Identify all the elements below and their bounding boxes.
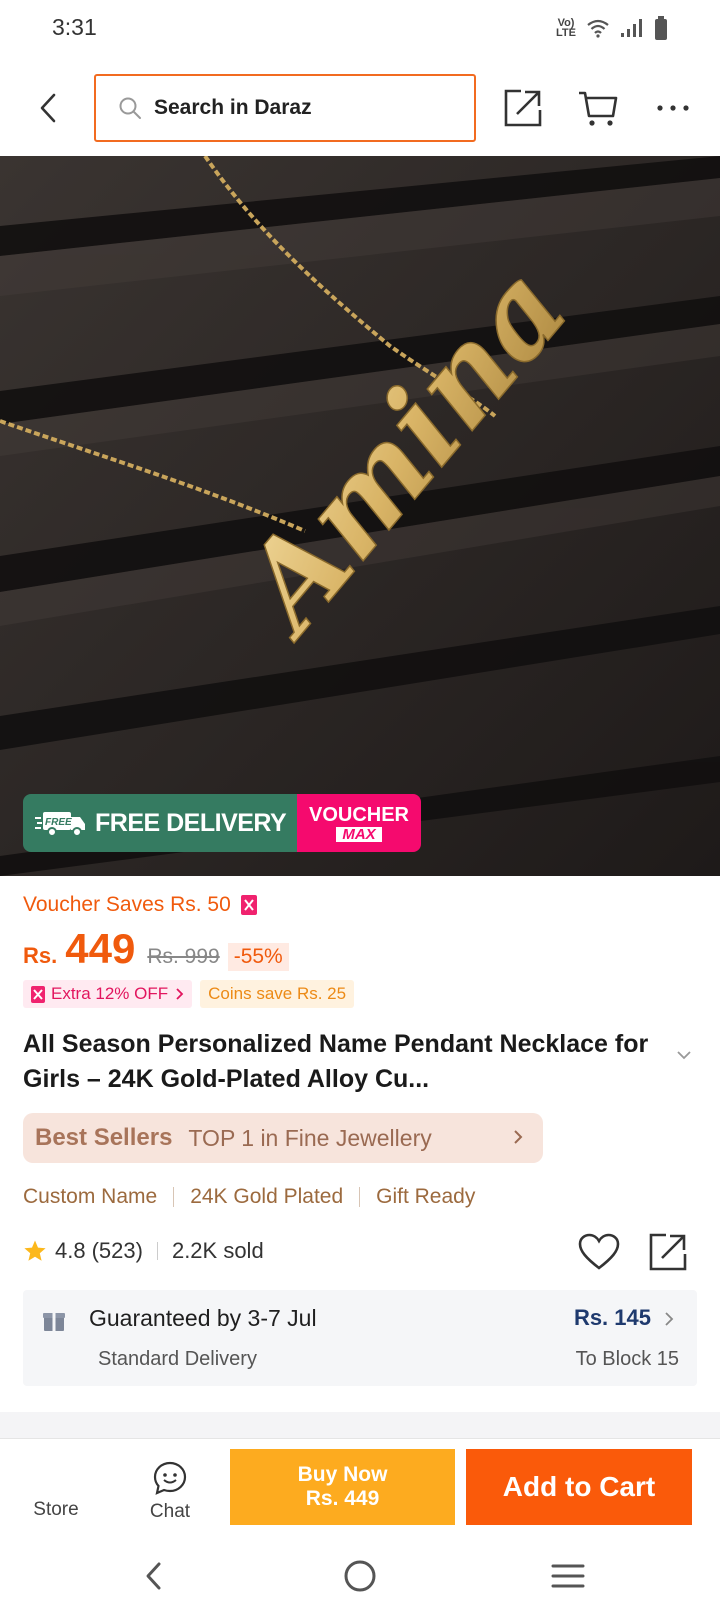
original-price: Rs. 999 xyxy=(147,945,220,968)
delivery-destination: To Block 15 xyxy=(575,1348,679,1370)
share-button[interactable] xyxy=(497,82,549,134)
add-to-cart-label: Add to Cart xyxy=(502,1471,656,1502)
rating-value: 4.8 xyxy=(55,1238,86,1263)
system-back-button[interactable] xyxy=(131,1554,175,1598)
extra-off-text: Extra 12% OFF xyxy=(51,984,169,1003)
best-sellers-rank: TOP 1 in Fine Jewellery xyxy=(188,1124,432,1151)
voucher-icon xyxy=(31,985,45,1003)
product-image[interactable]: Amina FREE FREE DELIVERY VOUCHER MAX xyxy=(0,156,720,876)
buy-now-price: Rs. 449 xyxy=(305,1487,380,1510)
store-label: Store xyxy=(33,1499,79,1520)
system-home-button[interactable] xyxy=(338,1554,382,1598)
voucher-saves-text: Voucher Saves Rs. 50 xyxy=(23,893,231,916)
chat-icon xyxy=(153,1461,187,1495)
chat-button[interactable]: Chat xyxy=(130,1461,210,1523)
extra-off-chip[interactable]: Extra 12% OFF xyxy=(23,980,193,1008)
tag-gold-plated: 24K Gold Plated xyxy=(190,1185,344,1208)
tag-divider xyxy=(173,1187,175,1207)
chevron-down-icon[interactable] xyxy=(676,1050,692,1060)
system-navigation-bar xyxy=(0,1538,720,1612)
chevron-right-icon xyxy=(665,1312,674,1326)
heart-icon[interactable] xyxy=(578,1233,620,1271)
rating-row[interactable]: 4.8 (523) 2.2K sold xyxy=(23,1238,264,1264)
system-recents-button[interactable] xyxy=(546,1554,590,1598)
menu-lines-icon xyxy=(551,1564,585,1588)
bottom-action-bar: Store Chat Buy Now Rs. 449 Add to Cart xyxy=(0,1438,720,1538)
svg-text:FREE: FREE xyxy=(45,817,72,828)
coins-save-chip: Coins save Rs. 25 xyxy=(200,980,355,1008)
gift-box-icon xyxy=(43,1313,65,1331)
add-to-cart-button[interactable]: Add to Cart xyxy=(466,1449,692,1525)
discount-badge: -55% xyxy=(227,943,289,971)
best-sellers-label: Best Sellers xyxy=(35,1124,173,1151)
chevron-left-icon xyxy=(40,93,56,123)
star-icon xyxy=(24,1240,46,1261)
review-count: (523) xyxy=(91,1238,143,1263)
tag-divider xyxy=(359,1187,361,1207)
search-icon xyxy=(119,97,141,119)
voucher-max-top: VOUCHER xyxy=(308,803,409,826)
chevron-left-icon xyxy=(146,1562,161,1590)
chevron-right-icon xyxy=(176,988,184,1000)
voucher-icon xyxy=(240,895,257,915)
tag-gift-ready: Gift Ready xyxy=(376,1185,476,1208)
product-title: All Season Personalized Name Pendant Nec… xyxy=(23,1030,649,1093)
delivery-fee: Rs. 145 xyxy=(573,1305,651,1330)
back-button[interactable] xyxy=(28,84,68,132)
status-bar: 3:31 Vo) LTE xyxy=(0,0,720,60)
more-dots-icon xyxy=(657,105,689,111)
free-delivery-text: FREE DELIVERY xyxy=(95,808,287,837)
search-input[interactable]: Search in Daraz xyxy=(94,74,476,142)
feature-tags: Custom Name 24K Gold Plated Gift Ready xyxy=(23,1185,475,1209)
buy-now-button[interactable]: Buy Now Rs. 449 xyxy=(230,1449,455,1525)
delivery-info[interactable]: Guaranteed by 3-7 Jul Standard Delivery … xyxy=(23,1290,697,1386)
offer-chips: Extra 12% OFF Coins save Rs. 25 xyxy=(23,980,355,1008)
share-icon[interactable] xyxy=(648,1232,688,1272)
chevron-right-icon xyxy=(514,1130,523,1144)
rating-divider xyxy=(156,1242,158,1260)
voucher-saves[interactable]: Voucher Saves Rs. 50 xyxy=(23,893,257,917)
price-currency: Rs. xyxy=(23,943,58,968)
search-placeholder: Search in Daraz xyxy=(154,96,312,119)
necklace-photo: Amina xyxy=(0,156,720,876)
delivery-method: Standard Delivery xyxy=(98,1348,257,1370)
cart-icon xyxy=(579,91,618,126)
chat-label: Chat xyxy=(149,1501,191,1522)
tag-custom-name: Custom Name xyxy=(23,1185,158,1208)
voucher-max-bottom: MAX xyxy=(336,826,382,842)
signal-icon xyxy=(621,19,642,37)
section-divider xyxy=(0,1412,720,1438)
more-button[interactable] xyxy=(647,82,699,134)
voucher-max-badge: VOUCHER MAX xyxy=(297,794,421,852)
home-circle-icon xyxy=(344,1560,376,1592)
price-row: Rs. 449 Rs. 999 -55% xyxy=(23,925,289,977)
wifi-icon xyxy=(587,19,609,38)
promo-banner: FREE FREE DELIVERY VOUCHER MAX xyxy=(23,794,421,852)
delivery-truck-icon: FREE xyxy=(35,812,85,837)
buy-now-label: Buy Now xyxy=(297,1463,388,1486)
cart-button[interactable] xyxy=(572,82,624,134)
status-icons: Vo) LTE xyxy=(556,16,668,40)
share-icon xyxy=(504,89,542,127)
store-button[interactable]: Store xyxy=(16,1465,96,1521)
battery-icon xyxy=(655,16,667,40)
free-delivery-badge: FREE FREE DELIVERY xyxy=(23,794,297,852)
best-sellers-banner[interactable]: Best Sellers TOP 1 in Fine Jewellery xyxy=(23,1113,543,1163)
top-header: Search in Daraz xyxy=(0,60,720,156)
price-value: 449 xyxy=(65,925,136,972)
sold-count: 2.2K sold xyxy=(171,1238,264,1263)
coins-save-text: Coins save Rs. 25 xyxy=(208,984,347,1003)
status-time: 3:31 xyxy=(52,14,97,40)
volte-icon: Vo) LTE xyxy=(556,17,576,39)
delivery-guarantee: Guaranteed by 3-7 Jul xyxy=(89,1305,317,1331)
